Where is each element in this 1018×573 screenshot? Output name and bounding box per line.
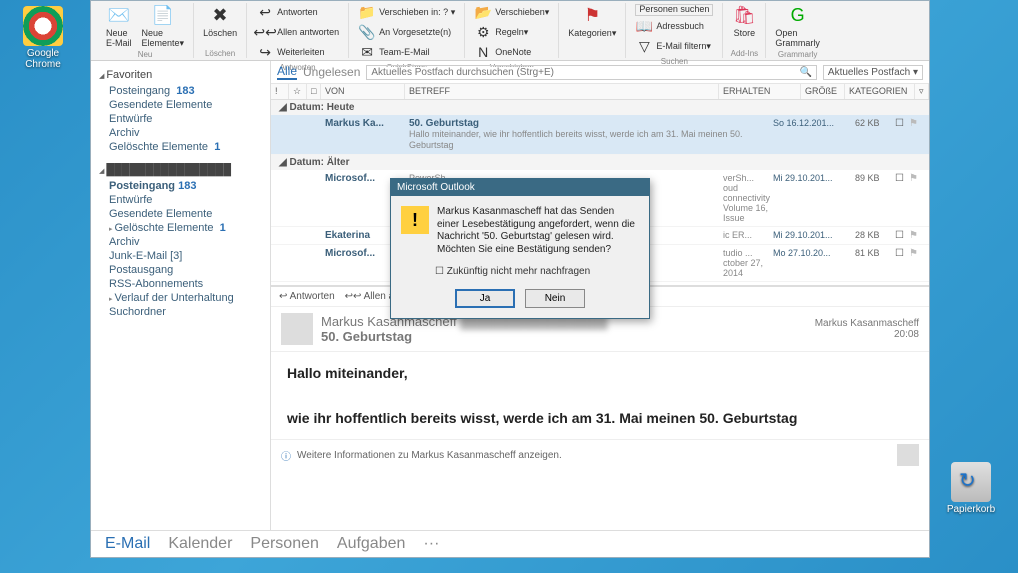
- nav-mail[interactable]: E-Mail: [105, 535, 150, 553]
- manager-icon: 📎: [358, 24, 376, 42]
- book-icon: 📖: [635, 18, 653, 36]
- reading-reply[interactable]: ↩ Antworten: [279, 291, 335, 302]
- reply-all-button[interactable]: ↩↩Allen antworten: [253, 23, 342, 43]
- nav-archive-2[interactable]: Archiv: [99, 235, 262, 249]
- search-icon[interactable]: 🔍: [799, 67, 811, 78]
- nav-people[interactable]: Personen: [250, 535, 319, 553]
- dialog-text: Markus Kasanmascheff hat das Senden eine…: [437, 206, 639, 256]
- tab-unread[interactable]: Ungelesen: [303, 65, 360, 79]
- warning-icon: !: [401, 206, 429, 234]
- grammarly-icon: G: [786, 4, 810, 28]
- delete-icon: ✖: [208, 4, 232, 28]
- forward-icon: ↪: [256, 44, 274, 62]
- move-icon: 📂: [474, 4, 492, 22]
- nav-rss[interactable]: RSS-Abonnements: [99, 277, 262, 291]
- nav-junk[interactable]: Junk-E-Mail [3]: [99, 249, 262, 263]
- address-book-button[interactable]: 📖Adressbuch: [632, 17, 716, 37]
- tab-all[interactable]: Alle: [277, 64, 297, 80]
- rules-button[interactable]: ⚙Regeln▾: [471, 23, 552, 43]
- nav-calendar[interactable]: Kalender: [168, 535, 232, 553]
- nav-inbox[interactable]: Posteingang 183: [99, 84, 262, 98]
- nav-sent[interactable]: Gesendete Elemente: [99, 98, 262, 112]
- forward-button[interactable]: ↪Weiterleiten: [253, 43, 342, 63]
- reading-body: Hallo miteinander, wie ihr hoffentlich b…: [271, 352, 929, 439]
- flag-icon[interactable]: ⚑: [909, 118, 925, 129]
- store-button[interactable]: 🛍Store: [729, 3, 759, 40]
- filter-mail-button[interactable]: ▽E-Mail filtern▾: [632, 37, 716, 57]
- reply-all-icon: ↩↩: [256, 24, 274, 42]
- reading-info-bar[interactable]: ⓘ Weitere Informationen zu Markus Kasanm…: [271, 439, 929, 470]
- grammarly-button[interactable]: GOpen Grammarly: [772, 3, 823, 50]
- onenote-button[interactable]: NOneNote: [471, 43, 552, 63]
- delete-button[interactable]: ✖Löschen: [200, 3, 240, 40]
- nav-account[interactable]: ████████████████: [99, 164, 262, 176]
- ribbon: ✉️Neue E-Mail 📄Neue Elemente▾ Neu ✖Lösch…: [91, 1, 929, 61]
- nav-drafts-2[interactable]: Entwürfe: [99, 193, 262, 207]
- reply-icon: ↩: [256, 4, 274, 22]
- nav-drafts[interactable]: Entwürfe: [99, 112, 262, 126]
- recycle-bin-icon: [951, 462, 991, 502]
- avatar-small: [897, 444, 919, 466]
- nav-deleted[interactable]: Gelöschte Elemente 1: [99, 140, 262, 154]
- chrome-icon: [23, 6, 63, 46]
- group-header[interactable]: ◢ Datum: Älter: [271, 155, 929, 170]
- info-icon: ⓘ: [281, 448, 291, 463]
- reading-time: 20:08: [815, 329, 919, 340]
- dialog-checkbox[interactable]: ☐ Zukünftig nicht mehr nachfragen: [391, 266, 649, 283]
- team-icon: ✉: [358, 44, 376, 62]
- nav-favorites[interactable]: Favoriten: [99, 69, 262, 81]
- store-icon: 🛍: [732, 4, 756, 28]
- mail-icon: ✉️: [107, 4, 131, 28]
- onenote-icon: N: [474, 44, 492, 62]
- nav-archive[interactable]: Archiv: [99, 126, 262, 140]
- no-button[interactable]: Nein: [525, 289, 585, 308]
- new-mail-button[interactable]: ✉️Neue E-Mail: [103, 3, 135, 50]
- move-to-button[interactable]: 📁Verschieben in: ? ▾: [355, 3, 458, 23]
- yes-button[interactable]: Ja: [455, 289, 515, 308]
- nav-inbox-2[interactable]: Posteingang 183: [99, 179, 262, 193]
- nav-tasks[interactable]: Aufgaben: [337, 535, 406, 553]
- nav-deleted-2[interactable]: Gelöschte Elemente 1: [99, 221, 262, 235]
- to-manager-button[interactable]: 📎An Vorgesetzte(n): [355, 23, 458, 43]
- desktop-label: Google Chrome: [8, 48, 78, 70]
- nav-conversation[interactable]: Verlauf der Unterhaltung: [99, 291, 262, 305]
- nav-search-folders[interactable]: Suchordner: [99, 305, 262, 319]
- reading-to: Markus Kasanmascheff: [815, 318, 919, 329]
- desktop-icon-chrome[interactable]: Google Chrome: [8, 6, 78, 70]
- search-scope[interactable]: Aktuelles Postfach ▾: [823, 65, 923, 80]
- folder-icon: 📁: [358, 4, 376, 22]
- reading-pane: ↩ Antworten ↩↩ Allen antworten ↪ Weiterl…: [271, 286, 929, 530]
- filter-icon: ▽: [635, 38, 653, 56]
- desktop-label: Papierkorb: [936, 504, 1006, 515]
- avatar: [281, 313, 313, 345]
- flag-icon: ⚑: [580, 4, 604, 28]
- reply-button[interactable]: ↩Antworten: [253, 3, 342, 23]
- rules-icon: ⚙: [474, 24, 492, 42]
- ribbon-group-label: Grammarly: [778, 50, 818, 59]
- desktop-icon-recycle-bin[interactable]: Papierkorb: [936, 462, 1006, 515]
- move-button[interactable]: 📂Verschieben▾: [471, 3, 552, 23]
- read-receipt-dialog: Microsoft Outlook ! Markus Kasanmascheff…: [390, 178, 650, 319]
- nav-sent-2[interactable]: Gesendete Elemente: [99, 207, 262, 221]
- dialog-title: Microsoft Outlook: [391, 179, 649, 196]
- reading-subject: 50. Geburtstag: [321, 329, 608, 344]
- ribbon-group-label: Löschen: [205, 49, 235, 58]
- column-headers: !☆□ VON BETREFF ERHALTEN GRÖßE KATEGORIE…: [271, 84, 929, 100]
- search-input[interactable]: 🔍: [366, 65, 817, 80]
- search-people-input[interactable]: Personen suchen: [632, 3, 716, 17]
- folder-nav: Favoriten Posteingang 183 Gesendete Elem…: [91, 61, 271, 530]
- nav-more[interactable]: ···: [423, 535, 439, 553]
- ribbon-group-label: Neu: [138, 50, 153, 59]
- items-icon: 📄: [151, 4, 175, 28]
- message-row[interactable]: Markus Ka... 50. GeburtstagHallo miteina…: [271, 115, 929, 155]
- search-field[interactable]: [371, 67, 799, 78]
- team-mail-button[interactable]: ✉Team-E-Mail: [355, 43, 458, 63]
- group-header[interactable]: ◢ Datum: Heute: [271, 100, 929, 115]
- new-items-button[interactable]: 📄Neue Elemente▾: [139, 3, 188, 50]
- ribbon-group-label: Add-Ins: [731, 49, 759, 58]
- bottom-nav: E-Mail Kalender Personen Aufgaben ···: [91, 530, 929, 557]
- nav-outbox[interactable]: Postausgang: [99, 263, 262, 277]
- categories-button[interactable]: ⚑Kategorien▾: [565, 3, 619, 40]
